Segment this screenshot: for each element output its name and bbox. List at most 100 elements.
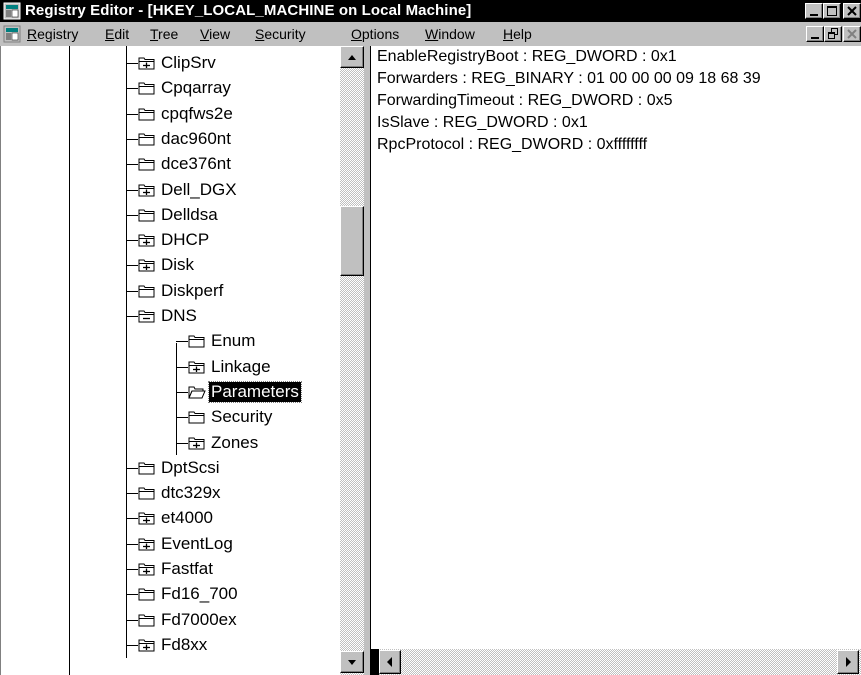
values-horizontal-scrollbar[interactable] [371, 649, 861, 675]
folder-icon [188, 411, 205, 424]
folder-icon [138, 538, 155, 551]
tree-node[interactable]: Enum [1, 329, 340, 353]
tree-node-label: Parameters [208, 381, 302, 403]
tree-connector-line [126, 63, 138, 64]
tree-node-label: Enum [211, 331, 256, 350]
tree-node-label: DHCP [161, 230, 210, 249]
tree-node-label: Fastfat [161, 559, 213, 578]
mdi-close-button[interactable] [843, 26, 861, 42]
tree-node-label: dac960nt [161, 129, 231, 148]
tree-node[interactable]: Fd7000ex [1, 608, 340, 632]
folder-icon [188, 335, 205, 348]
tree-node[interactable]: Parameters [1, 380, 340, 404]
tree-node[interactable]: DHCP [1, 228, 340, 252]
tree-node-label: Disk [161, 255, 195, 274]
minimize-button[interactable] [805, 3, 823, 19]
value-entry[interactable]: Forwarders : REG_BINARY : 01 00 00 00 09… [377, 68, 761, 90]
tree-connector-line [126, 594, 138, 595]
tree-node[interactable]: Cpqarray [1, 76, 340, 100]
value-entry[interactable]: IsSlave : REG_DWORD : 0x1 [377, 112, 588, 134]
scroll-left-button[interactable] [379, 650, 401, 674]
tree-node[interactable]: et4000 [1, 506, 340, 530]
tree-node-label: Fd8xx [161, 635, 208, 654]
registry-values-pane[interactable]: EnableRegistryBoot : REG_DWORD : 0x1 For… [371, 46, 861, 649]
tree-node-label: DNS [161, 306, 197, 325]
scroll-right-button[interactable] [837, 650, 859, 674]
menu-tree[interactable]: Tree [150, 26, 178, 42]
close-button[interactable] [843, 3, 861, 19]
folder-icon [138, 285, 155, 298]
tree-node[interactable]: Fd16_700 [1, 582, 340, 606]
registry-editor-icon [3, 2, 21, 20]
folder-icon [138, 82, 155, 95]
tree-node[interactable]: Fd8xx [1, 633, 340, 657]
scrollbar-thumb[interactable] [340, 206, 364, 276]
tree-node[interactable]: DptScsi [1, 456, 340, 480]
folder-icon [138, 158, 155, 171]
folder-icon [138, 108, 155, 121]
value-entry[interactable]: ForwardingTimeout : REG_DWORD : 0x5 [377, 90, 672, 112]
tree-node[interactable]: Fastfat [1, 557, 340, 581]
scroll-up-button[interactable] [340, 46, 364, 68]
tree-node-label: ClipSrv [161, 53, 216, 72]
registry-tree-pane[interactable]: ClipSrv Cpqarray cpqfws2e dac960nt dce376nt D… [0, 46, 340, 675]
folder-icon [138, 234, 155, 247]
tree-connector-line [176, 341, 188, 342]
value-entry[interactable]: EnableRegistryBoot : REG_DWORD : 0x1 [377, 46, 677, 68]
menu-window[interactable]: Window [425, 26, 475, 42]
tree-node[interactable]: Disk [1, 253, 340, 277]
tree-node-label: Fd16_700 [161, 584, 238, 603]
tree-node[interactable]: ClipSrv [1, 51, 340, 75]
tree-node[interactable]: EventLog [1, 532, 340, 556]
tree-node-label: DptScsi [161, 458, 220, 477]
tree-connector-line [126, 240, 138, 241]
title-bar[interactable]: Registry Editor - [HKEY_LOCAL_MACHINE on… [0, 0, 861, 22]
menu-options[interactable]: Options [351, 26, 399, 42]
tree-node[interactable]: cpqfws2e [1, 102, 340, 126]
pane-splitter[interactable] [364, 46, 371, 675]
tree-node[interactable]: Diskperf [1, 279, 340, 303]
maximize-button[interactable] [823, 3, 841, 19]
maximize-icon [827, 6, 837, 16]
menu-help[interactable]: Help [503, 26, 532, 42]
tree-node[interactable]: dce376nt [1, 152, 340, 176]
minimize-icon [811, 37, 819, 39]
menu-edit[interactable]: Edit [105, 26, 129, 42]
tree-connector-line [126, 544, 138, 545]
tree-node[interactable]: Zones [1, 431, 340, 455]
tree-node-label: cpqfws2e [161, 104, 233, 123]
tree-node-label: Linkage [211, 357, 271, 376]
tree-connector-line [126, 645, 138, 646]
mdi-restore-button[interactable] [824, 26, 842, 42]
restore-icon [828, 28, 838, 39]
tree-node-label: Cpqarray [161, 78, 231, 97]
menu-registry[interactable]: Registry [27, 26, 78, 42]
folder-icon [138, 487, 155, 500]
tree-node-label: Security [211, 407, 273, 426]
tree-node-label: Delldsa [161, 205, 218, 224]
tree-node[interactable]: Dell_DGX [1, 178, 340, 202]
menu-security[interactable]: Security [255, 26, 306, 42]
close-icon [847, 6, 857, 16]
tree-node[interactable]: Linkage [1, 355, 340, 379]
value-entry[interactable]: RpcProtocol : REG_DWORD : 0xffffffff [377, 134, 647, 156]
mdi-minimize-button[interactable] [806, 26, 824, 42]
tree-connector-line [126, 139, 138, 140]
tree-connector-line [176, 443, 188, 444]
tree-node[interactable]: Security [1, 405, 340, 429]
document-icon[interactable] [3, 25, 21, 43]
folder-icon [138, 588, 155, 601]
tree-node[interactable]: dac960nt [1, 127, 340, 151]
folder-icon [138, 563, 155, 576]
tree-connector-line [126, 215, 138, 216]
tree-node[interactable]: Delldsa [1, 203, 340, 227]
tree-vertical-scrollbar[interactable] [340, 46, 364, 675]
tree-node[interactable]: DNS [1, 304, 340, 328]
tree-node-label: dce376nt [161, 154, 231, 173]
tree-node[interactable]: dtc329x [1, 481, 340, 505]
tree-connector-line [126, 316, 138, 317]
menu-view[interactable]: View [200, 26, 230, 42]
tree-connector-line [126, 518, 138, 519]
menu-bar: Registry Edit Tree View Security Options… [0, 22, 861, 46]
scroll-down-button[interactable] [340, 651, 364, 673]
